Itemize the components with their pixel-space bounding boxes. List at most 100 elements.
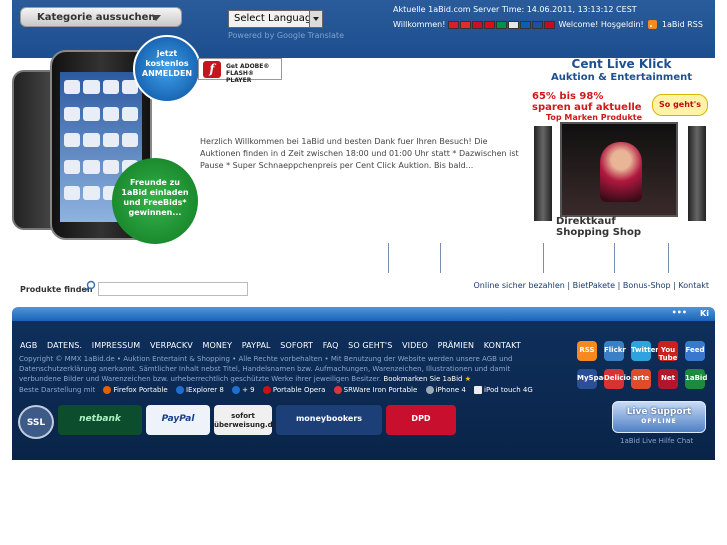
flag-icon[interactable] xyxy=(519,20,531,29)
1abid-icon[interactable]: 1aBid xyxy=(685,369,707,389)
server-time: Aktuelle 1aBid.com Server Time: 14.06.20… xyxy=(393,5,637,14)
live-support-title: Live Support xyxy=(626,407,692,417)
myspace-icon[interactable]: MySpace xyxy=(577,369,612,389)
ssl-seal: SSL xyxy=(18,405,54,439)
twitter-icon[interactable]: Twitter xyxy=(631,341,659,361)
promo-percent-line: sparen auf aktuelle xyxy=(532,102,642,113)
dpd-logo: DPD xyxy=(386,405,456,435)
payment-logos: SSL netbank PayPal sofort überweisung.de… xyxy=(18,405,458,445)
chevron-down-icon xyxy=(151,15,161,21)
feed-icon[interactable]: Feed xyxy=(685,341,705,361)
footer-link-paypal[interactable]: PAYPAL xyxy=(242,341,271,350)
browser-ipod[interactable]: iPod touch 4G xyxy=(484,386,533,394)
browser-ie9[interactable]: + 9 xyxy=(242,386,255,394)
link-kontakt[interactable]: Kontakt xyxy=(678,281,709,290)
flag-icon[interactable] xyxy=(531,20,543,29)
ipod-icon xyxy=(474,386,483,394)
ie-icon xyxy=(232,386,241,394)
footer: AGB DATENS. IMPRESSUM VERPACKV MONEY PAY… xyxy=(12,321,715,460)
flash-icon: f xyxy=(203,61,221,78)
opera-icon xyxy=(262,386,271,394)
quick-links: Online sicher bezahlen | BietPakete | Bo… xyxy=(473,281,710,290)
browser-recommendations: Beste Darstellung mit Firefox Portable I… xyxy=(19,386,533,394)
divider xyxy=(668,243,669,273)
promo-brands: Top Marken Produkte xyxy=(546,113,643,122)
get-flash-player-button[interactable]: f Get ADOBE® FLASH® PLAYER xyxy=(198,58,282,84)
rss-icon[interactable] xyxy=(648,20,658,29)
language-flags xyxy=(447,20,556,29)
powered-by-google-translate: Powered by Google Translate xyxy=(228,31,344,40)
welcome-text-left: Willkommen! xyxy=(393,20,446,29)
net-icon[interactable]: Net xyxy=(658,369,678,389)
flag-icon[interactable] xyxy=(471,20,483,29)
promo-title: Cent Live Klick xyxy=(571,57,672,71)
flag-icon[interactable] xyxy=(507,20,519,29)
browsers-label: Beste Darstellung mit xyxy=(19,386,96,394)
search-label: Produkte finden xyxy=(20,285,93,294)
divider xyxy=(440,243,441,273)
register-badge-line: kostenlos xyxy=(145,59,189,68)
delicious-icon[interactable]: Delicious xyxy=(604,369,640,389)
invite-friends-badge[interactable]: Freunde zu 1aBid einladen und FreeBids* … xyxy=(112,158,198,244)
footer-link-agb[interactable]: AGB xyxy=(20,341,37,350)
flickr-icon[interactable]: Flickr xyxy=(604,341,626,361)
chevron-down-icon xyxy=(309,11,322,27)
invite-badge-line: Freunde zu xyxy=(129,178,180,187)
rss-icon[interactable]: RSS xyxy=(577,341,597,361)
presenter-image xyxy=(600,142,642,202)
footer-link-sofort[interactable]: SOFORT xyxy=(280,341,313,350)
footer-link-video[interactable]: VIDEO xyxy=(402,341,428,350)
register-badge-line: jetzt xyxy=(156,49,178,58)
flag-icon[interactable] xyxy=(495,20,507,29)
invite-badge-line: gewinnen... xyxy=(128,208,182,217)
footer-link-kontakt[interactable]: KONTAKT xyxy=(484,341,521,350)
link-online-sicher-bezahlen[interactable]: Online sicher bezahlen xyxy=(474,281,565,290)
footer-link-datens[interactable]: DATENS. xyxy=(47,341,82,350)
netbank-logo: netbank xyxy=(58,405,142,435)
promo-direkt-line: Shopping Shop xyxy=(556,227,642,238)
register-badge-line: ANMELDEN xyxy=(141,69,193,78)
divider xyxy=(388,243,389,273)
link-bonus-shop[interactable]: Bonus-Shop xyxy=(623,281,671,290)
browser-srware[interactable]: SRWare Iron Portable xyxy=(344,386,418,394)
cent-live-klick-promo[interactable]: Cent Live Klick Auktion & Entertainment … xyxy=(528,58,715,240)
flag-icon[interactable] xyxy=(483,20,495,29)
flag-icon[interactable] xyxy=(459,20,471,29)
footer-link-money[interactable]: MONEY xyxy=(202,341,232,350)
footer-link-so-gehts[interactable]: SO GEHT'S xyxy=(348,341,392,350)
live-support-button[interactable]: Live Support OFFLINE xyxy=(612,401,706,433)
welcome-row: Willkommen! Welcome! Hoşgeldin! 1aBid RS… xyxy=(393,20,713,32)
flag-icon[interactable] xyxy=(543,20,555,29)
speaker-image xyxy=(534,126,552,221)
link-bietpakete[interactable]: BietPakete xyxy=(573,281,615,290)
so-gehts-bubble[interactable]: So geht's xyxy=(652,94,708,116)
divider xyxy=(614,243,615,273)
arte-icon[interactable]: arte xyxy=(631,369,651,389)
language-select[interactable]: Select Language xyxy=(228,10,323,28)
register-badge[interactable]: jetzt kostenlos ANMELDEN xyxy=(133,35,201,103)
browser-opera[interactable]: Portable Opera xyxy=(273,386,326,394)
flag-icon[interactable] xyxy=(447,20,459,29)
footer-link-faq[interactable]: FAQ xyxy=(323,341,339,350)
footer-link-praemien[interactable]: PRÄMIEN xyxy=(438,341,475,350)
promo-percent: 65% bis 98% sparen auf aktuelle xyxy=(532,91,642,113)
footer-link-verpackv[interactable]: VERPACKV xyxy=(150,341,193,350)
search-input[interactable] xyxy=(98,282,248,296)
search-icon[interactable] xyxy=(84,280,96,292)
footer-top-bar: ••• Ki xyxy=(12,307,715,321)
browser-ie8[interactable]: IExplorer 8 xyxy=(186,386,224,394)
promo-subtitle: Auktion & Entertainment xyxy=(550,72,692,83)
browser-iphone[interactable]: iPhone 4 xyxy=(436,386,466,394)
speaker-image xyxy=(688,126,706,221)
ie-icon xyxy=(175,386,184,394)
category-dropdown-button[interactable]: Kategorie aussuchen xyxy=(20,7,182,27)
sofort-logo: sofort überweisung.de xyxy=(214,405,277,435)
rss-link[interactable]: 1aBid RSS xyxy=(662,20,703,29)
youtube-icon[interactable]: You Tube xyxy=(658,341,678,362)
intro-text: Herzlich Willkommen bei 1aBid und besten… xyxy=(200,137,519,170)
browser-firefox[interactable]: Firefox Portable xyxy=(113,386,167,394)
bookmark-link[interactable]: Bookmarken Sie 1aBid xyxy=(383,375,462,383)
social-icons: RSS Flickr Twitter You Tube Feed MySpace… xyxy=(577,341,707,401)
footer-link-impressum[interactable]: IMPRESSUM xyxy=(92,341,141,350)
invite-badge-line: 1aBid einladen xyxy=(121,188,189,197)
